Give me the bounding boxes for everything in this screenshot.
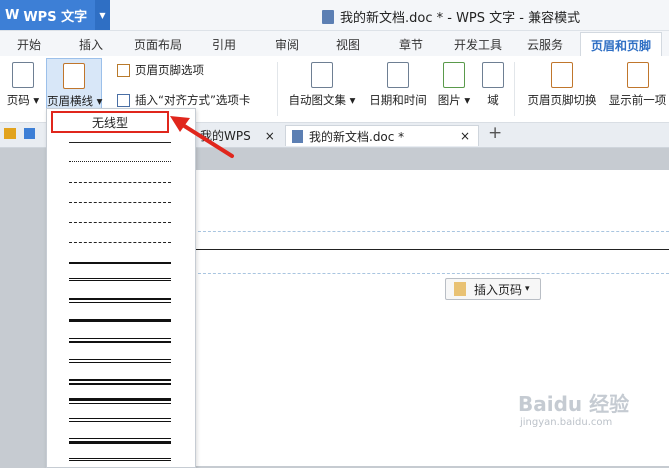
document-icon — [322, 9, 334, 24]
page-icon — [454, 282, 466, 296]
show-previous-label: 显示前一项 — [608, 93, 667, 107]
tab-reference[interactable]: 引用 — [212, 36, 236, 53]
header-line-label: 页眉横线 — [47, 94, 93, 108]
picture-label: 图片 — [437, 93, 461, 107]
line-style-double-2[interactable] — [69, 418, 171, 422]
app-name: WPS 文字 — [23, 9, 88, 25]
tab-review[interactable]: 审阅 — [275, 36, 299, 53]
insert-align-tab-button[interactable]: 插入“对齐方式”选项卡 — [117, 92, 250, 108]
no-line-label: 无线型 — [91, 115, 128, 130]
line-style-dash-dot[interactable] — [69, 222, 171, 223]
line-style-thin-thick-2[interactable] — [69, 438, 171, 444]
new-tab-button[interactable]: + — [488, 123, 502, 143]
line-style-double[interactable] — [69, 359, 171, 363]
divider — [514, 62, 515, 116]
line-style-dashed[interactable] — [69, 202, 171, 203]
watermark-url: jingyan.baidu.com — [520, 417, 613, 428]
options-icon — [117, 63, 130, 77]
tab-developer[interactable]: 开发工具 — [454, 36, 502, 53]
header-line-button[interactable]: 页眉横线 ▾ — [46, 58, 102, 110]
page-number-icon — [12, 62, 34, 88]
save-icon[interactable] — [24, 128, 35, 139]
insert-page-number-label: 插入页码 — [474, 282, 523, 297]
app-menu-button[interactable]: W WPS 文字 ▼ — [0, 0, 110, 30]
line-style-dashed-short[interactable] — [69, 182, 171, 183]
line-style-long-dash[interactable] — [69, 242, 171, 243]
header-line-icon — [63, 63, 85, 89]
align-tab-icon — [117, 93, 130, 107]
field-button[interactable]: 域 — [481, 62, 505, 108]
field-icon — [482, 62, 504, 88]
tab-page-layout[interactable]: 页面布局 — [134, 36, 182, 53]
tab-cloud[interactable]: 云服务 — [527, 36, 563, 53]
header-boundary-top — [193, 231, 669, 232]
insert-align-tab-label: 插入“对齐方式”选项卡 — [135, 93, 251, 107]
switch-icon — [551, 62, 573, 88]
field-label: 域 — [487, 93, 499, 107]
line-style-single-thin[interactable] — [69, 142, 171, 143]
line-style-double-thin[interactable] — [69, 278, 171, 281]
header-footer-options-label: 页眉页脚选项 — [135, 63, 204, 77]
insert-page-number-button[interactable]: 插入页码 ▾ — [445, 278, 541, 300]
document-icon — [292, 129, 303, 143]
calendar-icon — [387, 62, 409, 88]
tab-start[interactable]: 开始 — [17, 36, 41, 53]
title-bar: W WPS 文字 ▼ 我的新文档.doc * - WPS 文字 - 兼容模式 — [0, 0, 669, 31]
date-time-label: 日期和时间 — [369, 93, 427, 107]
chevron-down-icon: ▾ — [525, 284, 530, 294]
switch-header-footer-label: 页眉页脚切换 — [527, 93, 597, 107]
line-style-thick[interactable] — [69, 319, 171, 322]
chevron-down-icon[interactable]: ▼ — [95, 0, 110, 30]
previous-icon — [626, 62, 649, 88]
line-style-single-medium[interactable] — [69, 262, 171, 264]
line-style-dotted[interactable] — [69, 161, 171, 162]
current-doc-label: 我的新文档.doc * — [309, 129, 405, 144]
header-footer-options-button[interactable]: 页眉页脚选项 — [117, 62, 204, 78]
line-style-triple[interactable] — [69, 458, 171, 461]
auto-text-button[interactable]: 自动图文集 ▾ — [286, 62, 358, 108]
window-title: 我的新文档.doc * - WPS 文字 - 兼容模式 — [322, 7, 580, 26]
header-line — [193, 249, 669, 250]
line-style-thick-thin[interactable] — [69, 298, 171, 303]
tab-current-document[interactable]: 我的新文档.doc * × — [285, 125, 479, 146]
picture-icon — [443, 62, 465, 88]
show-previous-button[interactable]: 显示前一项 — [606, 62, 669, 108]
ribbon-tabs: 开始 插入 页面布局 引用 审阅 视图 章节 开发工具 云服务 页眉和页脚 — [0, 31, 669, 56]
picture-button[interactable]: 图片 ▾ — [436, 62, 472, 108]
tab-header-footer[interactable]: 页眉和页脚 — [580, 32, 663, 56]
line-style-double-thick[interactable] — [69, 379, 171, 385]
tab-view[interactable]: 视图 — [336, 36, 360, 53]
date-time-button[interactable]: 日期和时间 — [366, 62, 430, 108]
tab-insert[interactable]: 插入 — [79, 36, 103, 53]
close-icon[interactable]: × — [460, 129, 470, 143]
window-title-text: 我的新文档.doc * - WPS 文字 - 兼容模式 — [340, 11, 581, 26]
page-number-button[interactable]: 页码 ▾ — [4, 62, 42, 108]
folder-icon[interactable] — [4, 128, 16, 139]
wps-logo-icon: W — [5, 7, 20, 23]
tab-section[interactable]: 章节 — [399, 36, 423, 53]
line-style-thin-thick[interactable] — [69, 338, 171, 343]
annotation-arrow — [170, 116, 234, 158]
watermark: Baidu 经验 jingyan.baidu.com — [518, 388, 629, 428]
page-number-label: 页码 — [6, 93, 30, 107]
header-boundary-bottom — [193, 273, 669, 274]
auto-text-label: 自动图文集 — [288, 93, 347, 107]
divider — [277, 62, 278, 116]
watermark-logo: Baidu 经验 — [518, 392, 630, 416]
line-style-thick-thin-2[interactable] — [69, 398, 171, 404]
close-icon[interactable]: × — [265, 129, 275, 143]
auto-text-icon — [311, 62, 333, 88]
switch-header-footer-button[interactable]: 页眉页脚切换 — [525, 62, 599, 108]
no-line-option[interactable]: 无线型 — [51, 111, 169, 133]
